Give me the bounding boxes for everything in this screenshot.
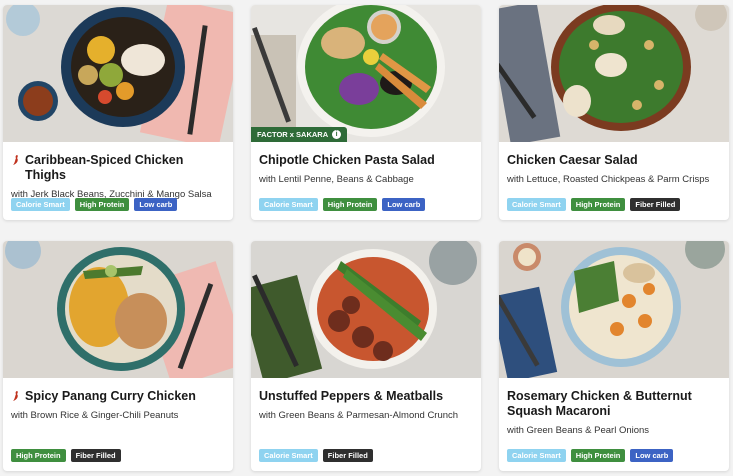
tag-low-carb: Low carb bbox=[382, 198, 426, 211]
tag-high-protein: High Protein bbox=[570, 198, 626, 211]
meal-photo bbox=[3, 5, 233, 142]
tag-calorie-smart: Calorie Smart bbox=[259, 198, 318, 211]
meal-card[interactable]: Caribbean-Spiced Chicken Thighs with Jer… bbox=[3, 5, 233, 220]
tag-fiber-filled: Fiber Filled bbox=[70, 449, 121, 462]
tag-fiber-filled: Fiber Filled bbox=[630, 198, 681, 211]
meal-grid: Caribbean-Spiced Chicken Thighs with Jer… bbox=[0, 0, 733, 476]
tag-high-protein: High Protein bbox=[74, 198, 130, 211]
meal-photo bbox=[3, 241, 233, 378]
tag-fiber-filled: Fiber Filled bbox=[322, 449, 373, 462]
meal-tags: Calorie Smart High Protein Low carb bbox=[11, 198, 178, 211]
meal-title[interactable]: Unstuffed Peppers & Meatballs bbox=[259, 389, 473, 404]
meal-title[interactable]: Spicy Panang Curry Chicken bbox=[11, 389, 225, 404]
tag-calorie-smart: Calorie Smart bbox=[11, 198, 70, 211]
tag-high-protein: High Protein bbox=[322, 198, 378, 211]
meal-title[interactable]: Rosemary Chicken & Butternut Squash Maca… bbox=[507, 389, 721, 419]
tag-high-protein: High Protein bbox=[570, 449, 626, 462]
meal-title[interactable]: Chicken Caesar Salad bbox=[507, 153, 721, 168]
meal-tags: Calorie Smart High Protein Fiber Filled bbox=[507, 198, 681, 211]
tag-calorie-smart: Calorie Smart bbox=[507, 198, 566, 211]
meal-card[interactable]: Spicy Panang Curry Chicken with Brown Ri… bbox=[3, 241, 233, 471]
meal-photo bbox=[251, 241, 481, 378]
tag-calorie-smart: Calorie Smart bbox=[507, 449, 566, 462]
tag-calorie-smart: Calorie Smart bbox=[259, 449, 318, 462]
meal-subtitle: with Lettuce, Roasted Chickpeas & Parm C… bbox=[507, 174, 710, 185]
chili-pepper-icon bbox=[13, 391, 18, 401]
meal-photo: FACTOR x SAKARA i bbox=[251, 5, 481, 142]
meal-photo bbox=[499, 241, 729, 378]
meal-card[interactable]: Unstuffed Peppers & Meatballs with Green… bbox=[251, 241, 481, 471]
meal-tags: High Protein Fiber Filled bbox=[11, 449, 121, 462]
meal-card[interactable]: Chicken Caesar Salad with Lettuce, Roast… bbox=[499, 5, 729, 220]
tag-low-carb: Low carb bbox=[630, 449, 674, 462]
meal-subtitle: with Green Beans & Pearl Onions bbox=[507, 425, 650, 436]
meal-photo bbox=[499, 5, 729, 142]
meal-title[interactable]: Chipotle Chicken Pasta Salad bbox=[259, 153, 473, 168]
meal-tags: Calorie Smart High Protein Low carb bbox=[259, 198, 426, 211]
meal-card[interactable]: Rosemary Chicken & Butternut Squash Maca… bbox=[499, 241, 729, 471]
meal-tags: Calorie Smart High Protein Low carb bbox=[507, 449, 674, 462]
tag-high-protein: High Protein bbox=[11, 449, 66, 462]
meal-title[interactable]: Caribbean-Spiced Chicken Thighs bbox=[11, 153, 225, 183]
chili-pepper-icon bbox=[13, 155, 18, 165]
partner-badge: FACTOR x SAKARA i bbox=[251, 127, 348, 142]
meal-subtitle: with Brown Rice & Ginger-Chili Peanuts bbox=[11, 410, 179, 421]
meal-tags: Calorie Smart Fiber Filled bbox=[259, 449, 373, 462]
info-icon[interactable]: i bbox=[332, 130, 342, 139]
meal-subtitle: with Lentil Penne, Beans & Cabbage bbox=[259, 174, 414, 185]
meal-subtitle: with Green Beans & Parmesan-Almond Crunc… bbox=[259, 410, 459, 421]
tag-low-carb: Low carb bbox=[134, 198, 178, 211]
meal-card[interactable]: FACTOR x SAKARA i Chipotle Chicken Pasta… bbox=[251, 5, 481, 220]
